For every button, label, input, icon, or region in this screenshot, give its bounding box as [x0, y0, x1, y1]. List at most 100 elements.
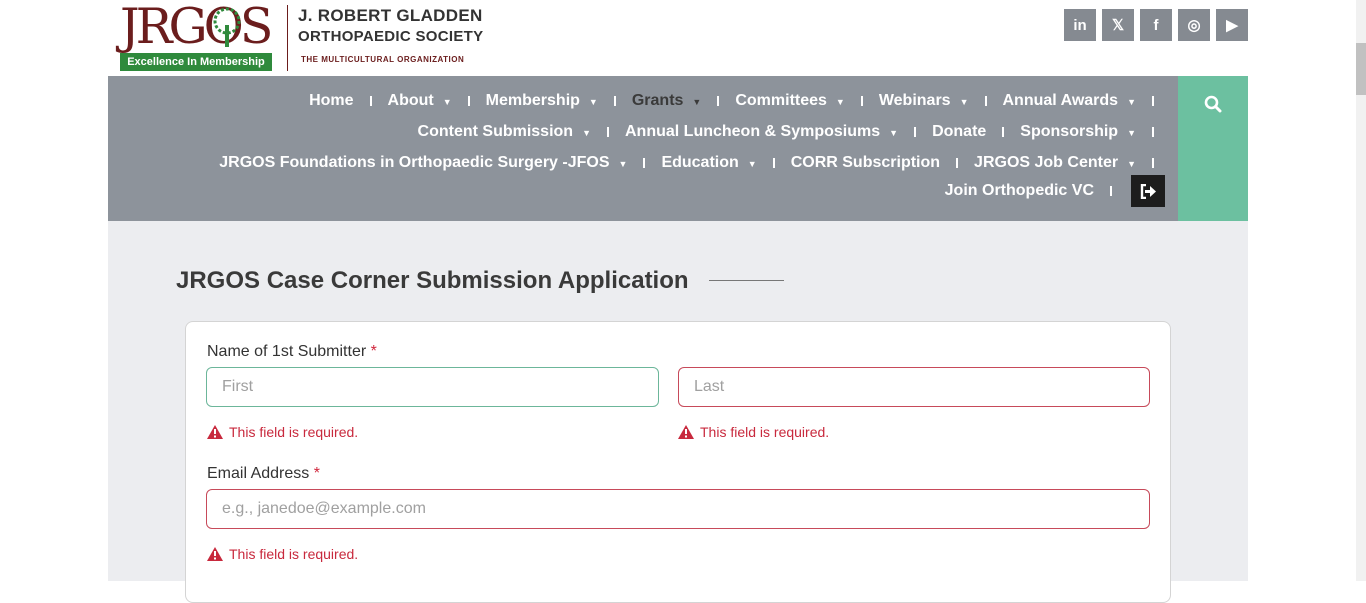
first-name-error: This field is required. — [207, 424, 358, 440]
nav-row: Join Orthopedic VC — [945, 175, 1165, 207]
nav-item-grants[interactable]: Grants ▼ — [632, 92, 702, 110]
nav-item-content-submission[interactable]: Content Submission ▼ — [418, 123, 591, 141]
social-links: in 𝕏f ◎ ▶ — [1064, 9, 1248, 41]
chevron-down-icon: ▼ — [618, 159, 628, 169]
nav-separator — [643, 158, 646, 168]
nav-item-sponsorship[interactable]: Sponsorship ▼ — [1020, 123, 1136, 141]
nav-item-label: JRGOS Foundations in Orthopaedic Surgery… — [219, 154, 610, 171]
logo-text: JRGOS — [120, 0, 273, 55]
site-logo[interactable]: JRGOS Excellence In Membership — [120, 0, 280, 73]
nav-item-label: Committees — [735, 92, 827, 109]
logo-tagline: Excellence In Membership — [120, 53, 272, 71]
nav-separator — [1152, 158, 1154, 168]
chevron-down-icon: ▼ — [582, 128, 591, 138]
chevron-down-icon: ▼ — [959, 97, 969, 107]
nav-separator — [467, 96, 470, 106]
email-error: This field is required. — [207, 546, 358, 562]
first-name-input[interactable] — [206, 367, 659, 407]
scrollbar-thumb[interactable] — [1356, 43, 1366, 95]
form-card: Name of 1st Submitter * This field is re… — [185, 321, 1171, 603]
nav-item-home[interactable]: Home — [309, 92, 353, 110]
nav-separator — [914, 127, 917, 137]
nav-row: JRGOS Foundations in Orthopaedic Surgery… — [219, 151, 1170, 175]
chevron-down-icon: ▼ — [747, 159, 757, 169]
nav-item-corr-subscription[interactable]: CORR Subscription — [791, 154, 940, 172]
nav-item-about[interactable]: About ▼ — [388, 92, 452, 110]
email-input[interactable] — [206, 489, 1150, 529]
nav-item-label: JRGOS Job Center — [974, 154, 1119, 171]
x-icon[interactable]: 𝕏 — [1102, 9, 1134, 41]
chevron-down-icon: ▼ — [588, 97, 598, 107]
page-scrollbar[interactable] — [1356, 0, 1366, 581]
nav-item-label: Home — [309, 92, 354, 109]
nav-separator — [860, 96, 863, 106]
nav-item-label: Donate — [932, 123, 987, 140]
name-label-text: Name of 1st Submitter — [207, 343, 367, 360]
chevron-down-icon: ▼ — [889, 128, 899, 138]
nav-item-committees[interactable]: Committees ▼ — [735, 92, 845, 110]
warning-icon — [678, 425, 694, 439]
main-content: JRGOS Case Corner Submission Application… — [108, 221, 1248, 603]
last-name-input[interactable] — [678, 367, 1150, 407]
nav-separator — [1152, 96, 1154, 106]
nav-item-label: Sponsorship — [1020, 123, 1119, 140]
youtube-icon[interactable]: ▶ — [1216, 9, 1248, 41]
email-label: Email Address * — [207, 465, 320, 483]
nav-item-label: Annual Luncheon & Symposiums — [625, 123, 881, 140]
tree-icon — [213, 7, 241, 47]
required-mark: * — [313, 465, 320, 482]
nav-item-annual-awards[interactable]: Annual Awards ▼ — [1003, 92, 1137, 110]
nav-separator — [1110, 186, 1112, 196]
nav-separator — [1002, 127, 1005, 137]
nav-separator — [984, 96, 987, 106]
nav-item-label: About — [387, 92, 434, 109]
email-label-text: Email Address — [207, 465, 310, 482]
search-icon — [1204, 95, 1222, 113]
main-navigation: Home About ▼ Membership ▼ Grants ▼ Committees ▼ W… — [108, 76, 1178, 221]
nav-item-annual-luncheon-symposiums[interactable]: Annual Luncheon & Symposiums ▼ — [625, 123, 898, 141]
nav-item-label: Join Orthopedic VC — [944, 182, 1094, 199]
nav-item-label: Content Submission — [417, 123, 574, 140]
nav-separator — [607, 127, 609, 137]
nav-item-label: Membership — [485, 92, 580, 109]
last-name-error: This field is required. — [678, 424, 829, 440]
nav-separator — [772, 158, 775, 168]
nav-item-label: Education — [661, 154, 739, 171]
chevron-down-icon: ▼ — [692, 97, 702, 107]
chevron-down-icon: ▼ — [1127, 159, 1136, 169]
nav-separator — [1152, 127, 1154, 137]
org-name-line1: J. ROBERT GLADDEN — [298, 6, 483, 25]
chevron-down-icon: ▼ — [835, 97, 845, 107]
org-subtitle: THE MULTICULTURAL ORGANIZATION — [301, 55, 465, 64]
nav-item-label: Annual Awards — [1002, 92, 1119, 109]
nav-item-label: CORR Subscription — [790, 154, 941, 171]
instagram-icon[interactable]: ◎ — [1178, 9, 1210, 41]
warning-icon — [207, 425, 223, 439]
required-mark: * — [370, 343, 377, 360]
org-name-line2: ORTHOPAEDIC SOCIETY — [298, 28, 484, 45]
warning-icon — [207, 547, 223, 561]
logout-button[interactable] — [1131, 175, 1165, 207]
nav-separator — [613, 96, 616, 106]
nav-item-label: Grants — [631, 92, 684, 109]
nav-item-webinars[interactable]: Webinars ▼ — [879, 92, 969, 110]
nav-separator — [717, 96, 720, 106]
nav-item-label: Webinars — [878, 92, 951, 109]
nav-separator — [369, 96, 372, 106]
nav-item-join-orthopedic-vc[interactable]: Join Orthopedic VC — [945, 182, 1094, 200]
nav-item-jrgos-foundations-in-orthopaedic-surgery-jfos[interactable]: JRGOS Foundations in Orthopaedic Surgery… — [219, 154, 627, 172]
search-button[interactable] — [1178, 76, 1248, 221]
nav-item-jrgos-job-center[interactable]: JRGOS Job Center ▼ — [974, 154, 1136, 172]
nav-separator — [956, 158, 959, 168]
nav-item-donate[interactable]: Donate — [932, 123, 986, 141]
chevron-down-icon: ▼ — [1127, 128, 1136, 138]
linkedin-icon[interactable]: in — [1064, 9, 1096, 41]
nav-item-membership[interactable]: Membership ▼ — [486, 92, 598, 110]
title-divider — [709, 280, 784, 281]
sign-out-icon — [1140, 183, 1156, 199]
nav-row: Home About ▼ Membership ▼ Grants ▼ Committees ▼ W… — [309, 89, 1170, 113]
page-title: JRGOS Case Corner Submission Application — [176, 267, 689, 294]
facebook-icon[interactable]: f — [1140, 9, 1172, 41]
error-text: This field is required. — [700, 424, 830, 440]
nav-item-education[interactable]: Education ▼ — [661, 154, 756, 172]
